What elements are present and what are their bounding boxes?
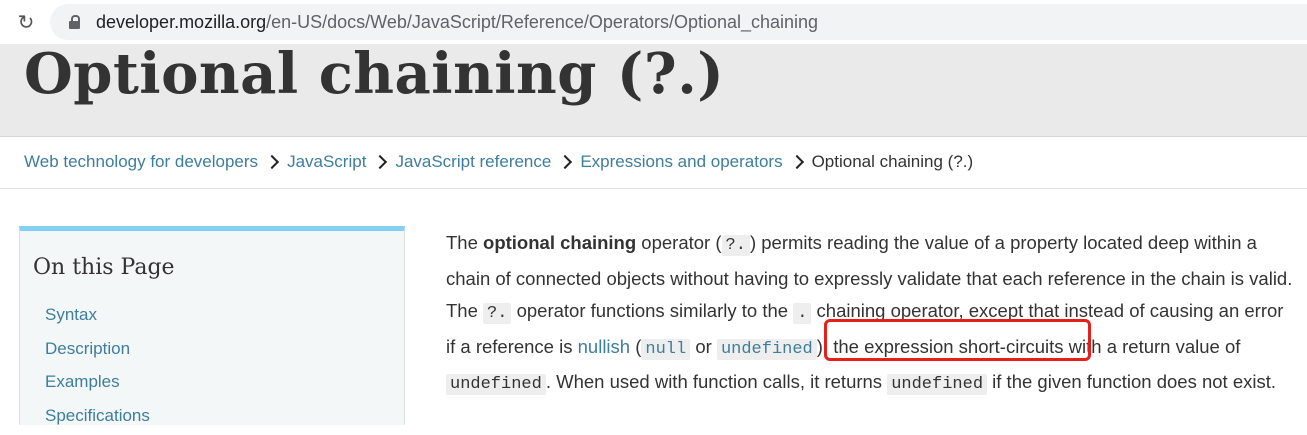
text: The — [446, 232, 483, 253]
text: or — [690, 336, 717, 357]
text: . When used with function calls, it retu… — [546, 371, 887, 392]
breadcrumb: Web technology for developers JavaScript… — [24, 150, 973, 174]
title-banner: Optional chaining (?.) — [0, 44, 1307, 137]
breadcrumb-link-javascript[interactable]: JavaScript — [287, 152, 366, 172]
code-optional-operator: ?. — [722, 235, 750, 256]
link-undefined[interactable]: undefined — [717, 339, 817, 360]
toc-title: On this Page — [33, 255, 175, 280]
text: ( — [630, 336, 641, 357]
address-bar[interactable]: developer.mozilla.org/en-US/docs/Web/Jav… — [50, 4, 1307, 40]
text: operator ( — [636, 232, 721, 253]
url-domain: developer.mozilla.org — [96, 12, 266, 32]
browser-toolbar: ↻ developer.mozilla.org/en-US/docs/Web/J… — [0, 0, 1307, 44]
chevron-right-icon — [790, 155, 804, 169]
chevron-right-icon — [558, 155, 572, 169]
toc-list: Syntax Description Examples Specificatio… — [45, 301, 150, 435]
reload-icon[interactable]: ↻ — [14, 10, 38, 34]
toc-item: Description — [45, 335, 150, 369]
toc-link-syntax[interactable]: Syntax — [45, 305, 97, 324]
code-undefined: undefined — [446, 374, 546, 395]
breadcrumb-current: Optional chaining (?.) — [812, 152, 974, 172]
intro-paragraph: The optional chaining operator (?.) perm… — [446, 227, 1296, 402]
text: operator functions similarly to the — [511, 300, 793, 321]
url-path: /en-US/docs/Web/JavaScript/Reference/Ope… — [266, 12, 818, 32]
code-dot-operator: . — [793, 303, 811, 324]
toc-link-description[interactable]: Description — [45, 339, 130, 358]
code-optional-operator: ?. — [483, 303, 511, 324]
on-this-page-panel: On this Page Syntax Description Examples… — [19, 226, 405, 425]
breadcrumb-link-expressions-operators[interactable]: Expressions and operators — [580, 152, 782, 172]
link-nullish[interactable]: nullish — [578, 336, 630, 357]
toc-link-specifications[interactable]: Specifications — [45, 406, 150, 425]
toc-item: Examples — [45, 368, 150, 402]
text: if the given function does not exist. — [987, 371, 1276, 392]
divider — [0, 188, 1307, 189]
annotation-highlight-box — [824, 319, 1091, 361]
toc-link-examples[interactable]: Examples — [45, 372, 120, 391]
article-body: The optional chaining operator (?.) perm… — [446, 227, 1296, 402]
lock-icon[interactable] — [69, 15, 80, 29]
chevron-right-icon — [373, 155, 387, 169]
page-title: Optional chaining (?.) — [24, 42, 724, 106]
link-null[interactable]: null — [641, 339, 690, 360]
chevron-right-icon — [265, 155, 279, 169]
code-undefined: undefined — [887, 374, 987, 395]
toc-item: Specifications — [45, 402, 150, 435]
breadcrumb-link-web-technology[interactable]: Web technology for developers — [24, 152, 258, 172]
toc-item: Syntax — [45, 301, 150, 335]
url-text[interactable]: developer.mozilla.org/en-US/docs/Web/Jav… — [96, 12, 818, 32]
bold-term: optional chaining — [483, 232, 636, 253]
breadcrumb-link-javascript-reference[interactable]: JavaScript reference — [395, 152, 551, 172]
